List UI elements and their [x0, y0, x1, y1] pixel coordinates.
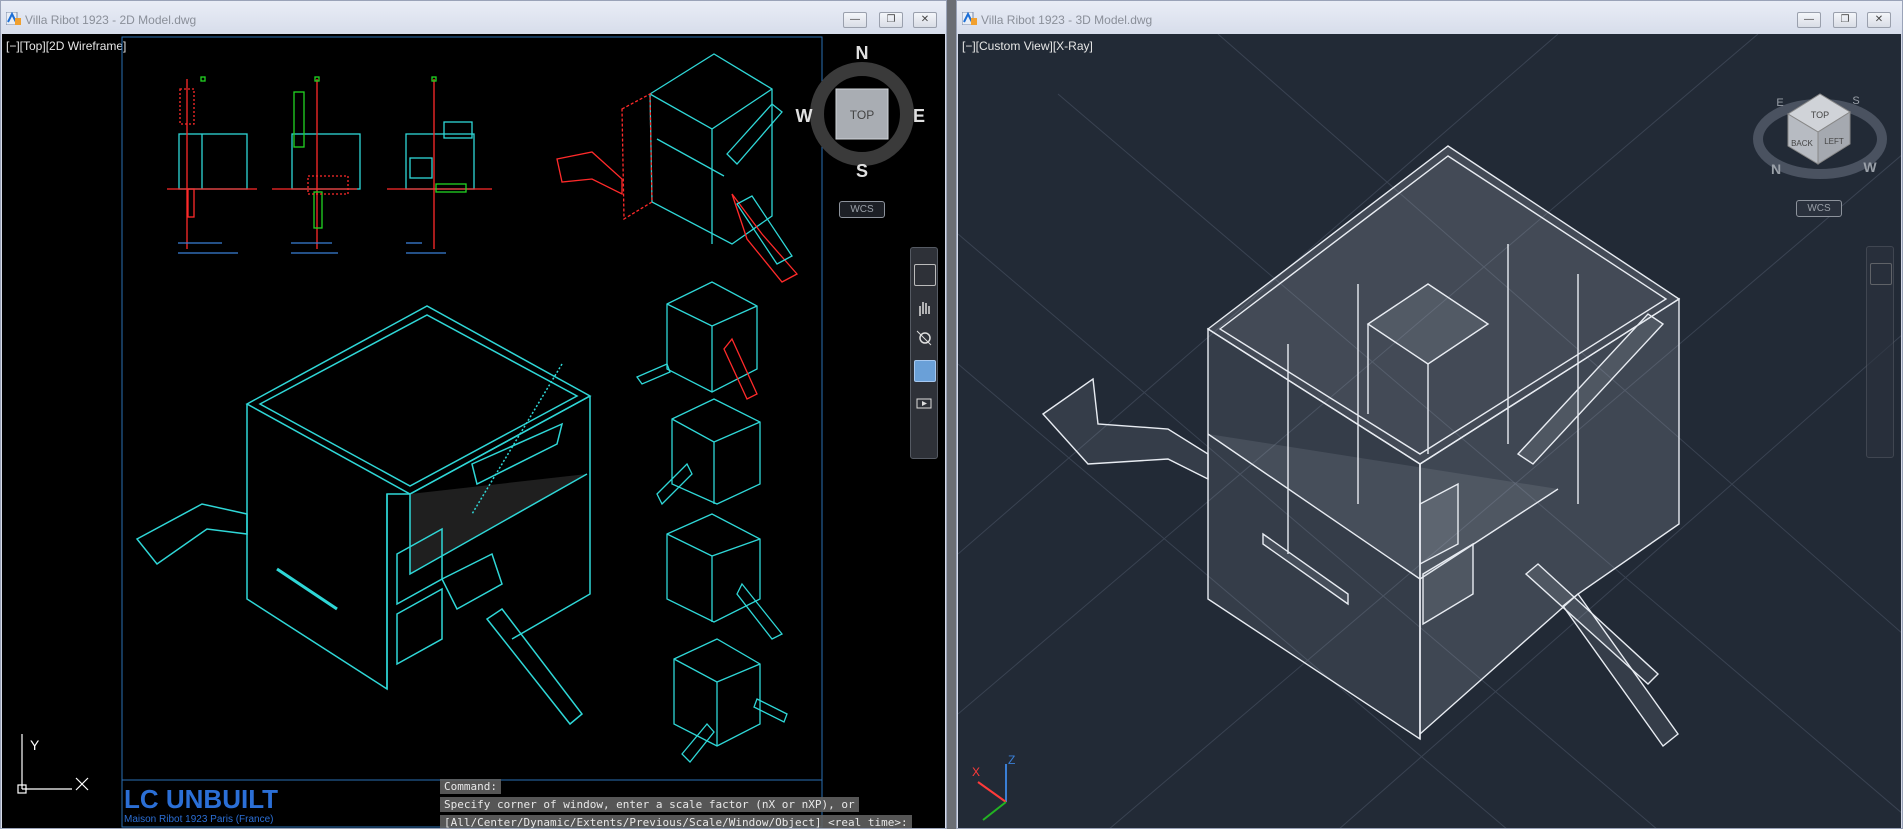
steering-wheel-icon[interactable] [914, 264, 936, 286]
floor-plan-second [387, 76, 492, 254]
autocad-file-icon [6, 12, 21, 25]
wcs-menu[interactable]: WCS [1796, 200, 1842, 217]
compass-north-label[interactable]: N [856, 43, 869, 63]
window-3d-model: Villa Ribot 1923 - 3D Model.dwg — ❐ ✕ [−… [956, 0, 1903, 829]
window-title: Villa Ribot 1923 - 2D Model.dwg [25, 13, 197, 27]
title-bar[interactable]: Villa Ribot 1923 - 3D Model.dwg — ❐ ✕ [957, 1, 1902, 34]
viewcube-top-label: TOP [850, 108, 874, 122]
isometric-main-view [135, 305, 592, 726]
viewcube-3d[interactable]: TOP BACK LEFT S E N W [1753, 93, 1887, 179]
autocad-file-icon [962, 12, 977, 25]
title-bar[interactable]: Villa Ribot 1923 - 2D Model.dwg — ❐ ✕ [1, 1, 946, 34]
compass-west-label[interactable]: W [796, 106, 813, 126]
pan-hand-icon[interactable] [914, 298, 934, 318]
command-prompt[interactable]: [All/Center/Dynamic/Extents/Previous/Sca… [440, 815, 912, 828]
command-history-line-2: Specify corner of window, enter a scale … [440, 797, 859, 812]
viewcube-top-label: TOP [1811, 110, 1829, 120]
compass-west-label[interactable]: W [1863, 159, 1877, 175]
orbit-icon[interactable] [914, 360, 936, 382]
compass-east-label[interactable]: E [1776, 97, 1783, 109]
axis-x-label: X [972, 765, 980, 779]
model-canvas: TOP BACK LEFT S E N W X Z [958, 34, 1901, 828]
viewport-3d[interactable]: [−][Custom View][X-Ray] TOP BACK LEFT S … [958, 34, 1901, 828]
minimize-button[interactable]: — [843, 12, 867, 28]
close-button[interactable]: ✕ [913, 12, 937, 28]
showmotion-icon[interactable] [1870, 392, 1890, 412]
minimize-button[interactable]: — [1797, 12, 1821, 28]
axis-z-label: Z [1008, 753, 1015, 767]
navigation-bar [1866, 246, 1894, 458]
logo-brand: LC UNBUILT [124, 784, 278, 814]
axis-tripod-icon [977, 764, 1007, 821]
restore-button[interactable]: ❐ [1833, 12, 1857, 28]
viewport-2d[interactable]: [−][Top][2D Wireframe] TOP N S E W Y LC … [2, 34, 945, 828]
ucs-icon [17, 734, 89, 794]
building-xray-model [1041, 145, 1681, 748]
compass-south-label[interactable]: S [1852, 95, 1859, 107]
wcs-menu[interactable]: WCS [839, 201, 885, 218]
navigation-bar [910, 247, 938, 459]
close-button[interactable]: ✕ [1867, 12, 1891, 28]
logo-subtitle: Maison Ribot 1923 Paris (France) [124, 814, 274, 825]
steering-wheel-icon[interactable] [1870, 263, 1892, 285]
showmotion-icon[interactable] [914, 393, 934, 413]
zoom-extents-icon[interactable] [914, 328, 934, 348]
zoom-extents-icon[interactable] [1870, 327, 1890, 347]
compass-north-label[interactable]: N [1771, 161, 1781, 177]
drawing-canvas: TOP N S E W Y LC UNBUILT Maison Ribot 19… [17, 36, 926, 828]
compass-south-label[interactable]: S [856, 161, 868, 181]
ucs-y-label: Y [30, 737, 40, 753]
floor-plan-first [272, 76, 361, 254]
restore-button[interactable]: ❐ [879, 12, 903, 28]
isometric-small-views [636, 281, 788, 763]
viewcube-compass[interactable]: TOP N S E W [796, 43, 926, 181]
window-title: Villa Ribot 1923 - 3D Model.dwg [981, 13, 1153, 27]
orbit-icon[interactable] [1870, 359, 1890, 379]
viewcube-left-label: LEFT [1824, 137, 1844, 146]
compass-east-label[interactable]: E [913, 106, 925, 126]
viewcube-back-label: BACK [1791, 139, 1813, 148]
window-2d-model: Villa Ribot 1923 - 2D Model.dwg — ❐ ✕ [−… [0, 0, 947, 829]
command-history-line-1: Command: [440, 779, 501, 794]
isometric-section-view [556, 53, 799, 283]
floor-plan-ground [167, 76, 257, 254]
pan-hand-icon[interactable] [1870, 297, 1890, 317]
